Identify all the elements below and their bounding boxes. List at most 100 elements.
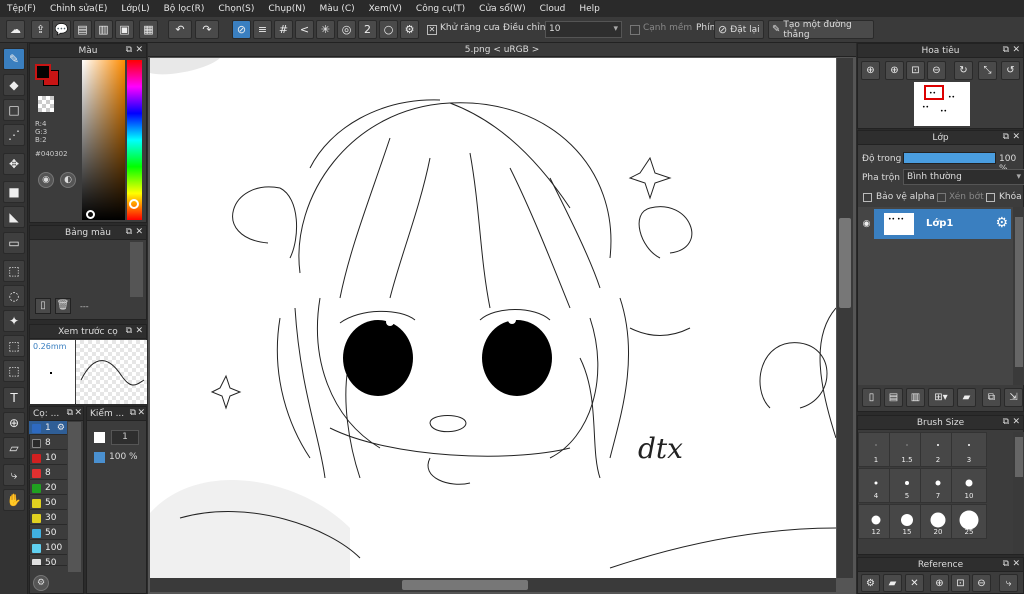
vertical-scroll-thumb[interactable] <box>839 218 851 308</box>
close-icon[interactable]: ✕ <box>1012 132 1020 142</box>
eyedropper-icon[interactable]: ⤷ <box>999 574 1018 592</box>
gear-icon[interactable]: ⚙ <box>57 421 65 435</box>
zoom-in-icon[interactable]: ⊕ <box>885 61 904 80</box>
rectangle-tool-icon[interactable]: □ <box>3 99 25 121</box>
menu-color[interactable]: Màu (C) <box>313 4 362 14</box>
menu-cloud[interactable]: Cloud <box>533 4 573 14</box>
save-icon[interactable]: ▣ <box>115 20 134 39</box>
menu-view[interactable]: Xem(V) <box>362 4 409 14</box>
list-item[interactable]: 100 <box>29 541 67 555</box>
popout-icon[interactable]: ⧉ <box>1003 132 1009 142</box>
list-item[interactable]: 30 <box>29 511 67 525</box>
new-layer-8bit-icon[interactable]: ▤ <box>884 388 903 407</box>
horizontal-scrollbar[interactable] <box>150 578 836 592</box>
duplicate-layer-icon[interactable]: ⧉ <box>982 388 1001 407</box>
brush-tool-icon[interactable]: ✎ <box>3 48 25 70</box>
popout-icon[interactable]: ⧉ <box>126 326 132 336</box>
folder-icon[interactable]: ▰ <box>957 388 976 407</box>
fill-rect-tool-icon[interactable]: ■ <box>3 181 25 203</box>
snap-off-icon[interactable]: ⊘ <box>232 20 251 39</box>
horizontal-scroll-thumb[interactable] <box>402 580 528 590</box>
snap-vanish-icon[interactable]: < <box>295 20 314 39</box>
popout-icon[interactable]: ⧉ <box>126 45 132 55</box>
close-icon[interactable]: ✕ <box>137 408 145 418</box>
menu-help[interactable]: Help <box>572 4 607 14</box>
brush-list-scrollbar[interactable] <box>68 422 81 572</box>
cloud-download-icon[interactable]: ⚙ <box>861 574 880 592</box>
brush-size-25[interactable]: 25 <box>951 504 987 539</box>
list-item[interactable]: 1 ⚙ <box>29 421 67 435</box>
list-item[interactable]: 8 <box>29 436 67 450</box>
gradient-tool-icon[interactable]: ▭ <box>3 232 25 254</box>
eraser-tool-icon[interactable]: ◆ <box>3 74 25 96</box>
list-item[interactable]: 20 <box>29 481 67 495</box>
fit-screen-icon[interactable]: ⊡ <box>906 61 925 80</box>
menu-edit[interactable]: Chỉnh sửa(E) <box>43 4 114 14</box>
magic-wand-icon[interactable]: ✦ <box>3 310 25 332</box>
open-folder-icon[interactable]: ▰ <box>883 574 902 592</box>
menu-tools[interactable]: Công cụ(T) <box>409 4 472 14</box>
saturation-value-picker[interactable] <box>82 60 125 220</box>
snap-grid-icon[interactable]: # <box>274 20 293 39</box>
flip-icon[interactable]: ⤡ <box>978 61 997 80</box>
list-item[interactable]: 50 <box>29 526 67 540</box>
new-layer-icon[interactable]: ▯ <box>862 388 881 407</box>
menu-layer[interactable]: Lớp(L) <box>114 4 156 14</box>
trash-icon[interactable]: 🗑 <box>55 298 71 314</box>
close-icon[interactable]: ✕ <box>135 45 143 55</box>
close-icon[interactable]: ✕ <box>135 326 143 336</box>
hand-icon[interactable]: ✋ <box>3 489 25 511</box>
snap-curve-icon[interactable]: 2 <box>358 20 377 39</box>
snap-ellipse-icon[interactable]: ○ <box>379 20 398 39</box>
comment-icon[interactable]: 💬 <box>52 20 71 39</box>
popout-icon[interactable]: ⧉ <box>67 408 73 418</box>
close-icon[interactable]: ✕ <box>1012 417 1020 427</box>
close-icon[interactable]: ✕ <box>135 227 143 237</box>
select-rect-icon[interactable]: ⬚ <box>3 260 25 282</box>
menu-capture[interactable]: Chụp(N) <box>261 4 312 14</box>
zoom-in-icon[interactable]: ⊕ <box>861 61 880 80</box>
protect-alpha-checkbox[interactable] <box>863 193 872 202</box>
dot-tool-icon[interactable]: ⋰ <box>3 124 25 146</box>
eye-icon[interactable]: ◉ <box>860 209 873 239</box>
snap-settings-icon[interactable]: ⚙ <box>400 20 419 39</box>
undo-icon[interactable]: ↶ <box>168 20 192 39</box>
zoom-in-icon[interactable]: ⊕ <box>930 574 949 592</box>
menu-select[interactable]: Chọn(S) <box>211 4 261 14</box>
correction-select[interactable]: 10 ▾ <box>545 21 622 38</box>
hue-slider[interactable] <box>127 60 142 220</box>
bucket-tool-icon[interactable]: ◣ <box>3 206 25 228</box>
close-reference-icon[interactable]: ✕ <box>905 574 924 592</box>
document-tab[interactable]: 5.png < uRGB > <box>148 43 856 57</box>
layer-row[interactable]: •• •• Lớp1 ⚙ <box>874 209 1011 239</box>
list-item[interactable]: 50 <box>29 496 67 510</box>
select-pen-icon[interactable]: ⬚ <box>3 335 25 357</box>
text-tool-icon[interactable]: T <box>3 387 25 409</box>
select-operation-icon[interactable]: ⊕ <box>3 412 25 434</box>
popout-icon[interactable]: ⧉ <box>1003 417 1009 427</box>
vertical-scrollbar[interactable] <box>837 58 853 578</box>
popout-icon[interactable]: ⧉ <box>1003 45 1009 55</box>
reset-button[interactable]: ⊘ Đặt lại <box>714 20 764 39</box>
zoom-out-icon[interactable]: ⊖ <box>927 61 946 80</box>
move-tool-icon[interactable]: ✥ <box>3 153 25 175</box>
cloud-icon[interactable]: ☁ <box>6 20 25 39</box>
close-icon[interactable]: ✕ <box>1012 559 1020 569</box>
brush-add-icon[interactable]: ⚙ <box>33 575 49 591</box>
layer-scrollbar[interactable] <box>1013 207 1024 385</box>
select-eraser-icon[interactable]: ⬚ <box>3 360 25 382</box>
popout-icon[interactable]: ⧉ <box>1003 559 1009 569</box>
lock-checkbox[interactable] <box>986 193 995 202</box>
sharp-checkbox[interactable] <box>630 25 640 35</box>
zoom-out-icon[interactable]: ⊖ <box>972 574 991 592</box>
list-item[interactable]: 8 <box>29 466 67 480</box>
checker-value-1[interactable]: 1 <box>111 430 139 445</box>
list-item[interactable]: 50 <box>29 556 67 566</box>
brush-size-scroll-thumb[interactable] <box>1015 437 1023 477</box>
reset-view-icon[interactable]: ↺ <box>1001 61 1020 80</box>
message-icon[interactable]: ▤ <box>73 20 92 39</box>
rotate-icon[interactable]: ↻ <box>954 61 973 80</box>
close-icon[interactable]: ✕ <box>74 408 82 418</box>
navigator-thumbnail[interactable]: •• •• •• •• <box>914 82 970 126</box>
drawing-canvas[interactable]: dtx <box>150 58 836 578</box>
